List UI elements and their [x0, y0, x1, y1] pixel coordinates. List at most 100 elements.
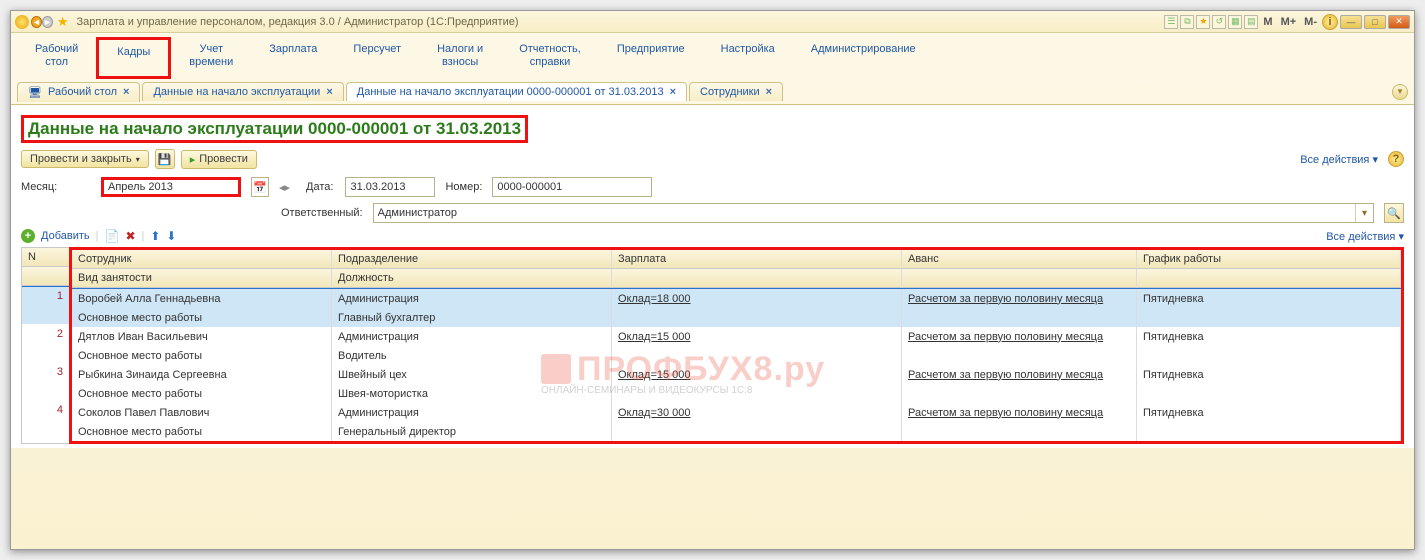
toolbar-icon-calc[interactable]: ▦ — [1228, 15, 1242, 29]
col-header-salary[interactable]: Зарплата — [612, 250, 902, 269]
date-field[interactable]: 📅 — [345, 177, 435, 197]
col-header-advance[interactable]: Аванс — [902, 250, 1137, 269]
responsible-input[interactable] — [374, 207, 1355, 219]
close-tab-icon[interactable]: × — [326, 86, 332, 98]
table-row-sub[interactable]: Основное место работыВодитель — [72, 346, 1401, 365]
post-button[interactable]: ▸ Провести — [181, 150, 257, 169]
doc-tab-1[interactable]: Данные на начало эксплуатации× — [142, 82, 343, 101]
table-row-sub[interactable]: Основное место работыШвея-мотористка — [72, 384, 1401, 403]
month-spinner-icon[interactable]: ◂▸ — [279, 181, 290, 194]
save-button[interactable]: 💾 — [155, 149, 175, 169]
nav-back-button[interactable]: ◄ — [31, 16, 42, 28]
cell-employee[interactable]: Воробей Алла Геннадьевна — [72, 289, 332, 308]
col-header-department[interactable]: Подразделение — [332, 250, 612, 269]
table-all-actions-link[interactable]: Все действия ▾ — [1326, 230, 1404, 243]
cell-position[interactable]: Генеральный директор — [332, 422, 612, 441]
move-down-button[interactable]: ⬇ — [166, 229, 176, 243]
cell-advance[interactable]: Расчетом за первую половину месяца — [902, 327, 1137, 346]
section-tab-3[interactable]: Зарплата — [251, 37, 335, 79]
window-minimize-button[interactable]: — — [1340, 15, 1362, 29]
delete-row-button[interactable]: ✖ — [125, 229, 135, 243]
cell-salary[interactable]: Оклад=15 000 — [612, 365, 902, 384]
m-plus-button[interactable]: M+ — [1278, 16, 1300, 28]
cell-schedule[interactable]: Пятидневка — [1137, 365, 1401, 384]
section-tab-7[interactable]: Предприятие — [599, 37, 703, 79]
month-input[interactable] — [104, 181, 254, 193]
cell-employee[interactable]: Соколов Павел Павлович — [72, 403, 332, 422]
cell-employee[interactable]: Рыбкина Зинаида Сергеевна — [72, 365, 332, 384]
month-picker-icon[interactable]: 📅 — [251, 177, 269, 197]
cell-advance[interactable]: Расчетом за первую половину месяца — [902, 289, 1137, 308]
cell-department[interactable]: Администрация — [332, 403, 612, 422]
toolbar-icon-history[interactable]: ↺ — [1212, 15, 1226, 29]
table-row[interactable]: Рыбкина Зинаида СергеевнаШвейный цехОкла… — [72, 365, 1401, 384]
table-row-sub[interactable]: Основное место работыГлавный бухгалтер — [72, 308, 1401, 327]
close-tab-icon[interactable]: × — [123, 86, 129, 98]
cell-employment[interactable]: Основное место работы — [72, 346, 332, 365]
cell-employment[interactable]: Основное место работы — [72, 422, 332, 441]
responsible-dropdown-icon[interactable]: ▾ — [1355, 204, 1373, 222]
number-field[interactable] — [492, 177, 652, 197]
section-tab-1[interactable]: Кадры — [96, 37, 171, 79]
row-number[interactable]: 4 — [22, 400, 70, 419]
cell-department[interactable]: Швейный цех — [332, 365, 612, 384]
cell-employee[interactable]: Дятлов Иван Васильевич — [72, 327, 332, 346]
add-row-button[interactable]: Добавить — [41, 230, 90, 242]
cell-department[interactable]: Администрация — [332, 327, 612, 346]
table-row[interactable]: Соколов Павел ПавловичАдминистрацияОклад… — [72, 403, 1401, 422]
doc-tab-3[interactable]: Сотрудники× — [689, 82, 783, 101]
toolbar-icon-1[interactable]: ☰ — [1164, 15, 1178, 29]
cell-employment[interactable]: Основное место работы — [72, 384, 332, 403]
cell-position[interactable]: Главный бухгалтер — [332, 308, 612, 327]
doc-tab-2[interactable]: Данные на начало эксплуатации 0000-00000… — [346, 82, 687, 101]
month-field[interactable] — [101, 177, 241, 197]
section-tab-9[interactable]: Администрирование — [793, 37, 934, 79]
row-number[interactable]: 1 — [22, 286, 70, 305]
table-row[interactable]: Дятлов Иван ВасильевичАдминистрацияОклад… — [72, 327, 1401, 346]
cell-advance[interactable]: Расчетом за первую половину месяца — [902, 403, 1137, 422]
cell-employment[interactable]: Основное место работы — [72, 308, 332, 327]
toolbar-icon-star[interactable]: ★ — [1196, 15, 1210, 29]
col-header-n[interactable]: N — [22, 248, 70, 267]
doc-tab-0[interactable]: 🖥Рабочий стол× — [17, 82, 140, 102]
cell-salary[interactable]: Оклад=18 000 — [612, 289, 902, 308]
responsible-field[interactable]: ▾ — [373, 203, 1374, 223]
window-maximize-button[interactable]: □ — [1364, 15, 1386, 29]
cell-department[interactable]: Администрация — [332, 289, 612, 308]
cell-schedule[interactable]: Пятидневка — [1137, 289, 1401, 308]
toolbar-icon-2[interactable]: ⧉ — [1180, 15, 1194, 29]
close-tab-icon[interactable]: × — [766, 86, 772, 98]
number-input[interactable] — [493, 181, 643, 193]
toolbar-icon-calendar[interactable]: ▤ — [1244, 15, 1258, 29]
close-tab-icon[interactable]: × — [670, 86, 676, 98]
responsible-lookup-button[interactable]: 🔍 — [1384, 203, 1404, 223]
post-and-close-button[interactable]: Провести и закрыть ▾ — [21, 150, 149, 168]
cell-advance[interactable]: Расчетом за первую половину месяца — [902, 365, 1137, 384]
cell-salary[interactable]: Оклад=15 000 — [612, 327, 902, 346]
row-number[interactable]: 2 — [22, 324, 70, 343]
all-actions-link[interactable]: Все действия ▾ — [1300, 153, 1378, 166]
row-number[interactable]: 3 — [22, 362, 70, 381]
cell-position[interactable]: Швея-мотористка — [332, 384, 612, 403]
tabs-menu-button[interactable]: ▾ — [1392, 84, 1408, 100]
table-row-sub[interactable]: Основное место работыГенеральный директо… — [72, 422, 1401, 441]
section-tab-6[interactable]: Отчетность, справки — [501, 37, 599, 79]
section-tab-5[interactable]: Налоги и взносы — [419, 37, 501, 79]
cell-position[interactable]: Водитель — [332, 346, 612, 365]
window-close-button[interactable]: ✕ — [1388, 15, 1410, 29]
favorites-icon[interactable]: ★ — [57, 14, 69, 30]
cell-schedule[interactable]: Пятидневка — [1137, 327, 1401, 346]
copy-row-button[interactable]: 📄 — [104, 229, 119, 243]
help-icon[interactable]: ? — [1388, 151, 1404, 167]
section-tab-8[interactable]: Настройка — [703, 37, 793, 79]
col-header-position[interactable]: Должность — [332, 269, 612, 288]
m-minus-button[interactable]: M- — [1301, 16, 1320, 28]
col-header-employment[interactable]: Вид занятости — [72, 269, 332, 288]
col-header-schedule[interactable]: График работы — [1137, 250, 1401, 269]
move-up-button[interactable]: ⬆ — [150, 229, 160, 243]
info-icon[interactable]: i — [1322, 14, 1338, 30]
section-tab-2[interactable]: Учет времени — [171, 37, 251, 79]
section-tab-4[interactable]: Персучет — [335, 37, 419, 79]
section-tab-0[interactable]: Рабочий стол — [17, 37, 96, 79]
nav-forward-button[interactable]: ► — [42, 16, 53, 28]
